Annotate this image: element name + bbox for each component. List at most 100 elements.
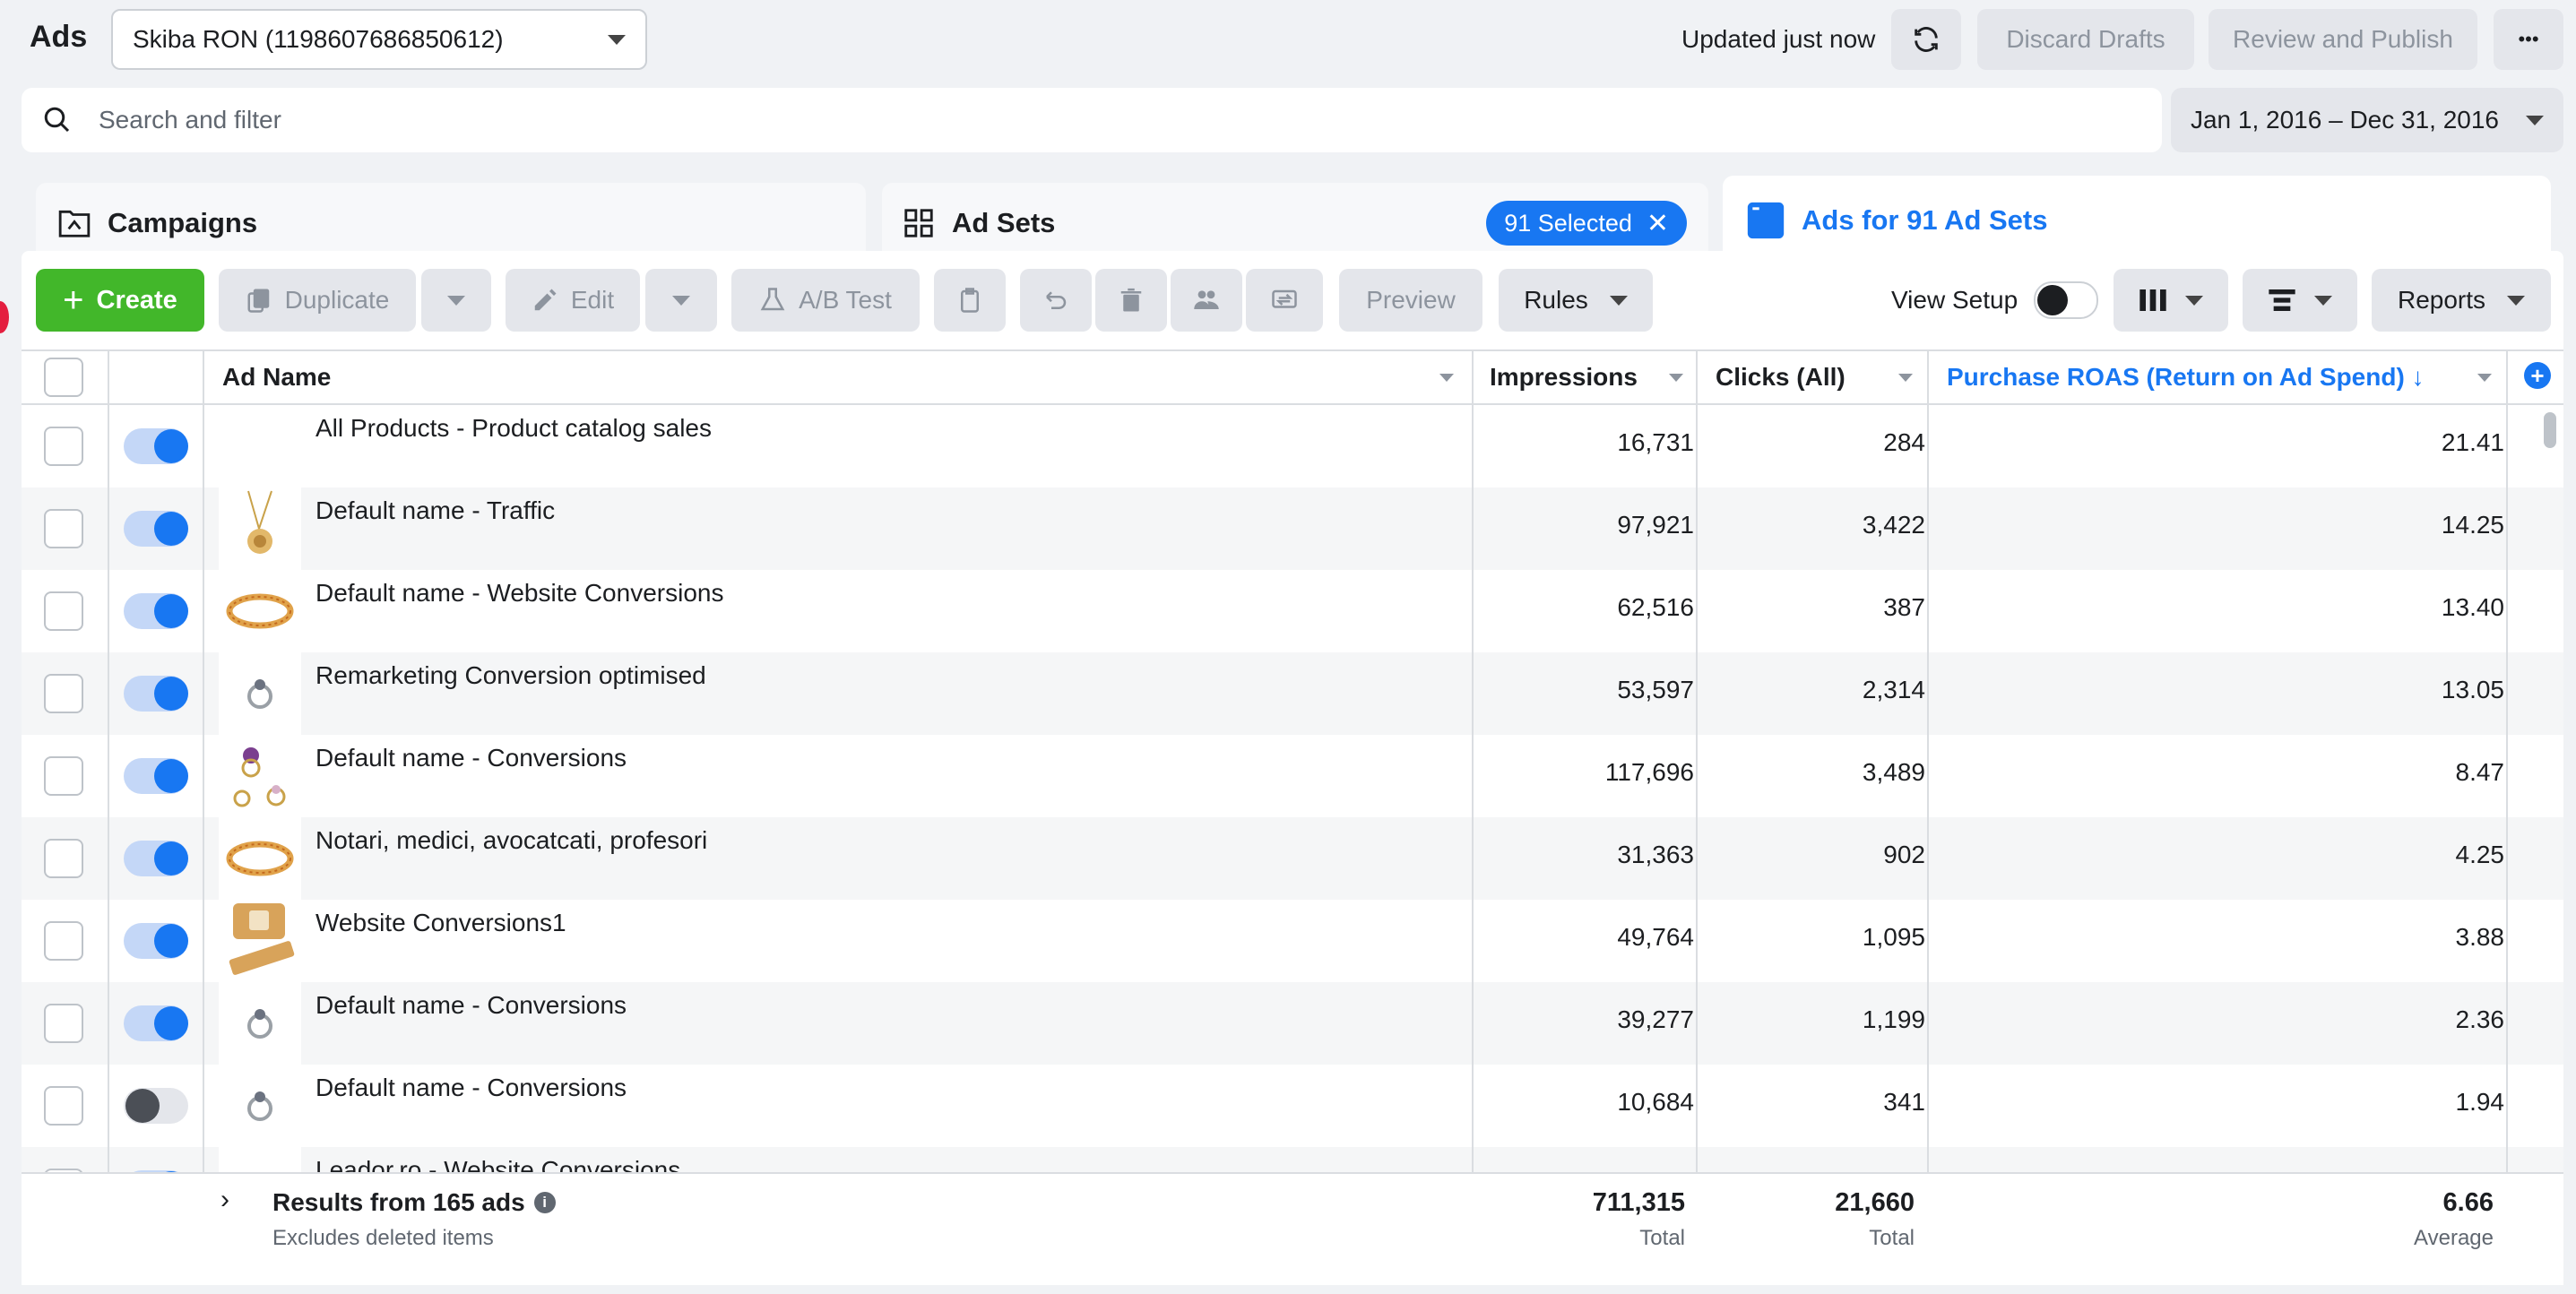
ad-name-link[interactable]: Default name - Traffic xyxy=(316,496,555,525)
add-column-icon[interactable]: + xyxy=(2524,362,2551,389)
toggle-knob xyxy=(154,759,188,793)
column-header-ad-name[interactable]: Ad Name xyxy=(222,349,1454,405)
row-checkbox[interactable] xyxy=(44,509,83,548)
ab-test-button[interactable]: A/B Test xyxy=(731,269,920,332)
ad-status-toggle[interactable] xyxy=(124,428,188,464)
ad-status-toggle[interactable] xyxy=(124,923,188,959)
table-row[interactable]: Website Conversions1 49,764 1,095 3.88 xyxy=(22,900,2563,982)
selection-badge[interactable]: 91 Selected ✕ xyxy=(1486,201,1687,246)
column-divider xyxy=(1472,349,1474,1283)
impressions-total-label: Total xyxy=(1639,1226,1685,1250)
roas-value: 14.25 xyxy=(2441,511,2504,539)
row-checkbox[interactable] xyxy=(44,591,83,631)
roas-value: 4.25 xyxy=(2455,841,2505,868)
create-label: Create xyxy=(96,285,177,315)
ad-thumbnail xyxy=(219,652,301,735)
table-row[interactable]: Default name - Conversions 39,277 1,199 2.3… xyxy=(22,982,2563,1065)
ad-status-toggle[interactable] xyxy=(124,1005,188,1041)
plus-icon: + xyxy=(63,280,84,320)
roas-value: 13.05 xyxy=(2441,676,2504,703)
review-publish-button[interactable]: Review and Publish xyxy=(2209,9,2477,70)
ad-name-link[interactable]: Leador.ro - Website Conversions xyxy=(316,1156,680,1172)
discard-drafts-button[interactable]: Discard Drafts xyxy=(1977,9,2194,70)
table-row[interactable]: Remarketing Conversion optimised 53,597 2,… xyxy=(22,652,2563,735)
search-bar[interactable]: Search and filter xyxy=(22,88,2162,152)
column-header-clicks[interactable]: Clicks (All) xyxy=(1716,349,1913,405)
ad-status-toggle[interactable] xyxy=(124,593,188,629)
close-icon[interactable]: ✕ xyxy=(1647,208,1669,239)
ad-status-toggle[interactable] xyxy=(124,676,188,712)
row-checkbox[interactable] xyxy=(44,427,83,466)
row-checkbox[interactable] xyxy=(44,921,83,961)
edit-dropdown-button[interactable] xyxy=(645,269,717,332)
impressions-value: 10,684 xyxy=(1617,1088,1694,1116)
row-checkbox[interactable] xyxy=(44,674,83,713)
vertical-scrollbar[interactable] xyxy=(2544,412,2556,448)
audience-button[interactable] xyxy=(1171,269,1242,332)
delete-button[interactable] xyxy=(1095,269,1167,332)
row-checkbox[interactable] xyxy=(44,1086,83,1126)
table-row[interactable]: All Products - Product catalog sales 16,7… xyxy=(22,405,2563,487)
roas-value: 21.41 xyxy=(2441,428,2504,456)
ad-window-icon xyxy=(1747,202,1785,239)
view-setup-toggle[interactable] xyxy=(2034,281,2099,319)
roas-header-label: Purchase ROAS (Return on Ad Spend) ↓ xyxy=(1947,363,2425,391)
chevron-down-icon xyxy=(2507,295,2526,306)
ad-status-toggle[interactable] xyxy=(124,511,188,547)
refresh-button[interactable] xyxy=(1891,9,1961,70)
sort-caret-icon[interactable] xyxy=(1669,373,1683,382)
ad-name-link[interactable]: Notari, medici, avocatcati, profesori xyxy=(316,826,707,855)
info-icon[interactable]: i xyxy=(533,1192,556,1213)
table-row[interactable]: Default name - Traffic 97,921 3,422 14.25 xyxy=(22,487,2563,570)
ad-name-link[interactable]: Website Conversions1 xyxy=(316,909,566,937)
column-header-roas[interactable]: Purchase ROAS (Return on Ad Spend) ↓ xyxy=(1947,349,2492,405)
undo-button[interactable] xyxy=(1020,269,1092,332)
view-setup-control[interactable]: View Setup xyxy=(1891,281,2099,319)
columns-button[interactable] xyxy=(2114,269,2228,332)
ad-name-link[interactable]: Remarketing Conversion optimised xyxy=(316,661,706,690)
reports-button[interactable]: Reports xyxy=(2372,269,2551,332)
ad-name-link[interactable]: Default name - Website Conversions xyxy=(316,579,723,608)
table-row[interactable]: Default name - Conversions 117,696 3,489 8.… xyxy=(22,735,2563,817)
sort-caret-icon[interactable] xyxy=(2477,373,2492,382)
exchange-icon xyxy=(1272,289,1297,308)
create-button[interactable]: + Create xyxy=(36,269,204,332)
more-options-button[interactable]: ••• xyxy=(2494,9,2563,70)
ad-name-link[interactable]: Default name - Conversions xyxy=(316,1074,627,1102)
reports-label: Reports xyxy=(2397,286,2486,314)
row-checkbox[interactable] xyxy=(44,756,83,796)
ad-status-toggle[interactable] xyxy=(124,841,188,876)
search-icon xyxy=(44,107,70,133)
ad-name-link[interactable]: Default name - Conversions xyxy=(316,744,627,772)
sort-caret-icon[interactable] xyxy=(1898,373,1913,382)
duplicate-dropdown-button[interactable] xyxy=(421,269,491,332)
impressions-value: 97,921 xyxy=(1617,511,1694,539)
clipboard-button[interactable] xyxy=(934,269,1006,332)
preview-button[interactable]: Preview xyxy=(1339,269,1482,332)
flask-icon xyxy=(760,288,785,311)
breakdown-button[interactable] xyxy=(2243,269,2357,332)
ad-name-link[interactable]: All Products - Product catalog sales xyxy=(316,414,712,443)
column-header-impressions[interactable]: Impressions xyxy=(1490,349,1683,405)
toggle-knob xyxy=(154,677,188,711)
row-checkbox[interactable] xyxy=(44,1004,83,1043)
table-row[interactable]: Leador.ro - Website Conversions73,7001,7… xyxy=(22,1147,2563,1172)
account-selector[interactable]: Skiba RON (1198607686850612) xyxy=(111,9,647,70)
select-all-checkbox[interactable] xyxy=(44,358,83,397)
table-row[interactable]: Default name - Website Conversions 62,516… xyxy=(22,570,2563,652)
row-checkbox[interactable] xyxy=(44,839,83,878)
duplicate-button[interactable]: Duplicate xyxy=(219,269,416,332)
ad-name-link[interactable]: Default name - Conversions xyxy=(316,991,627,1020)
share-button[interactable] xyxy=(1246,269,1323,332)
ad-status-toggle[interactable] xyxy=(124,1088,188,1124)
table-row[interactable]: Default name - Conversions 10,684 341 1.94 xyxy=(22,1065,2563,1147)
rules-button[interactable]: Rules xyxy=(1499,269,1653,332)
date-range-picker[interactable]: Jan 1, 2016 – Dec 31, 2016 xyxy=(2171,88,2563,152)
sort-caret-icon[interactable] xyxy=(1439,373,1454,382)
ad-status-toggle[interactable] xyxy=(124,758,188,794)
table-row[interactable]: Notari, medici, avocatcati, profesori 31,… xyxy=(22,817,2563,900)
search-input[interactable]: Search and filter xyxy=(99,106,281,134)
edit-button[interactable]: Edit xyxy=(506,269,640,332)
expand-results-icon[interactable]: › xyxy=(220,1185,229,1215)
duplicate-icon xyxy=(247,289,269,313)
